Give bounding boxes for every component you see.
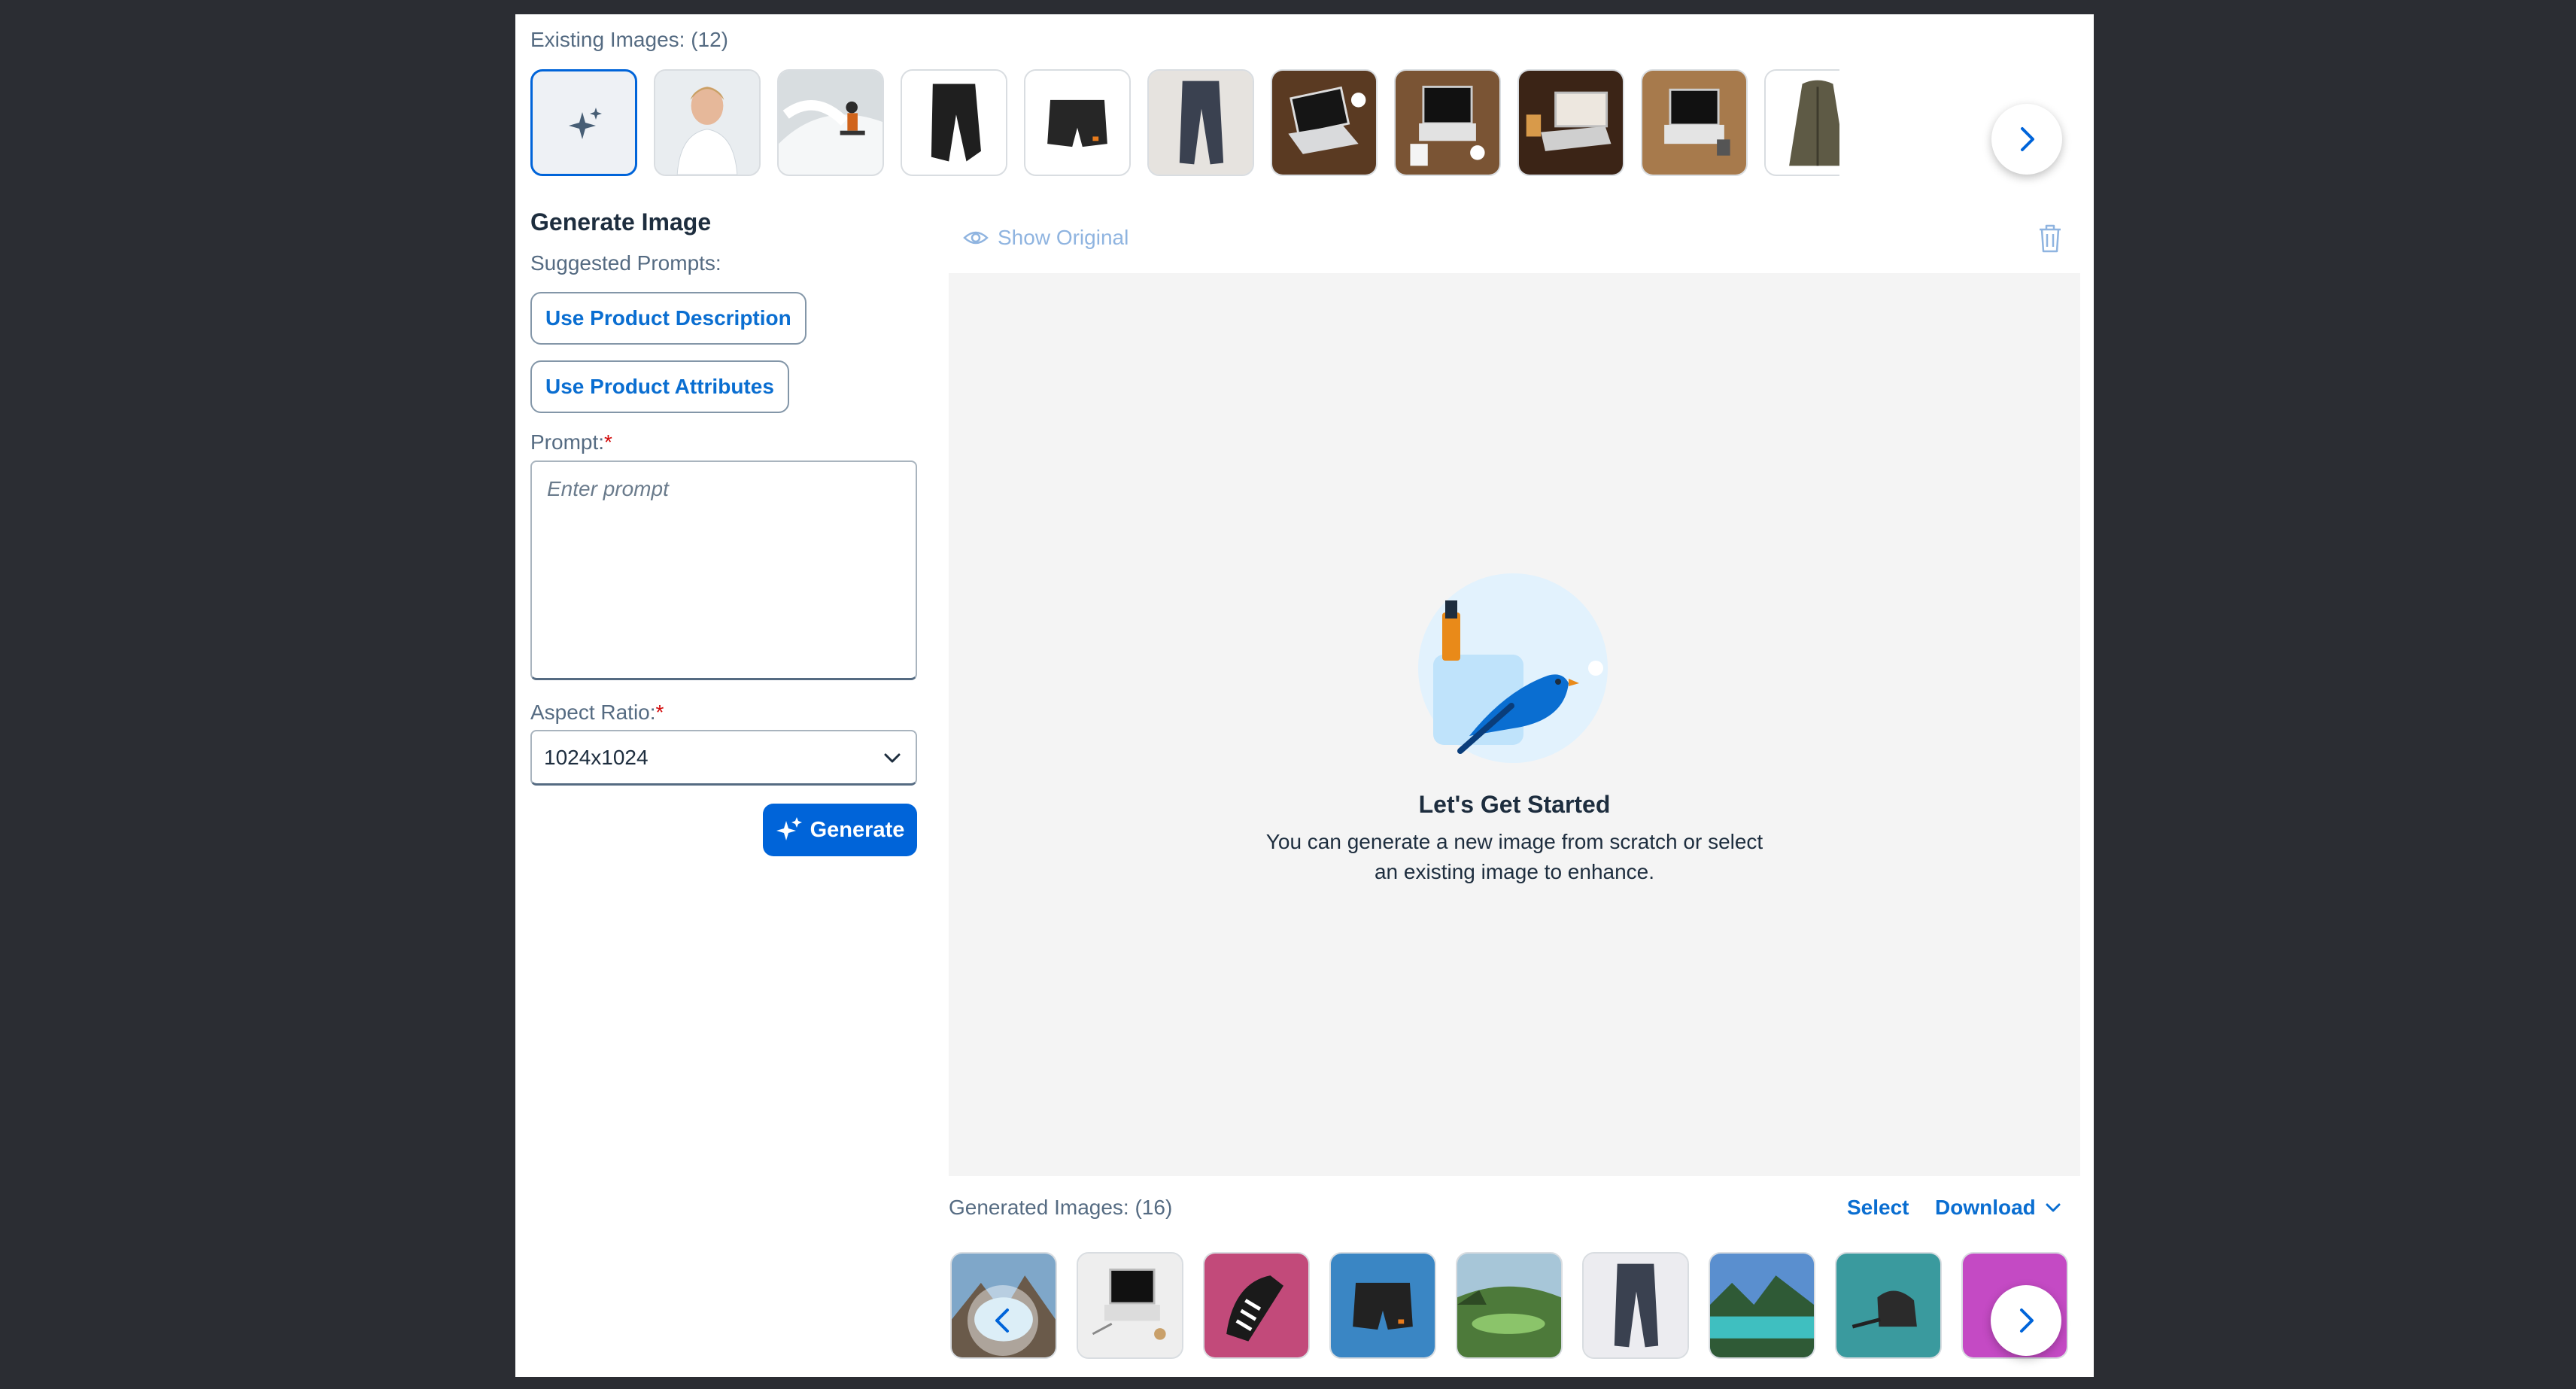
generated-prev-button[interactable]: [968, 1285, 1038, 1356]
existing-next-button[interactable]: [1991, 104, 2062, 175]
generate-button[interactable]: Generate: [763, 804, 917, 856]
prompt-label: Prompt:*: [530, 430, 612, 454]
aspect-ratio-select[interactable]: 1024x1024: [530, 730, 917, 786]
use-product-description-button[interactable]: Use Product Description: [530, 292, 807, 345]
preview-canvas: Let's Get Started You can generate a new…: [949, 273, 2080, 1176]
generated-images-label: Generated Images: (16): [949, 1196, 1173, 1219]
select-button[interactable]: Select: [1847, 1196, 1909, 1220]
required-mark: *: [604, 430, 612, 454]
generated-thumb-teal-object[interactable]: [1835, 1252, 1942, 1359]
download-button[interactable]: Download: [1935, 1196, 2063, 1220]
chevron-right-icon: [2020, 1308, 2034, 1333]
generated-next-button[interactable]: [1991, 1285, 2061, 1356]
sparkle-icon: [776, 817, 802, 840]
prompt-label-text: Prompt:: [530, 430, 605, 454]
generate-new-tile[interactable]: [530, 69, 637, 176]
generated-thumb-sneaker-pink[interactable]: [1203, 1252, 1310, 1359]
existing-thumb-laptop-1[interactable]: [1271, 69, 1378, 176]
existing-images-strip: [530, 69, 1839, 176]
existing-thumb-laptop-2[interactable]: [1394, 69, 1501, 176]
existing-thumb-laptop-4[interactable]: [1641, 69, 1748, 176]
aspect-ratio-label: Aspect Ratio:*: [530, 701, 664, 725]
show-original-button[interactable]: Show Original: [963, 225, 1129, 251]
aspect-ratio-label-text: Aspect Ratio:: [530, 701, 656, 724]
generated-thumb-golf-course[interactable]: [1456, 1252, 1563, 1359]
existing-thumb-black-pants[interactable]: [901, 69, 1007, 176]
empty-state-description: You can generate a new image from scratc…: [1265, 830, 1763, 883]
generated-thumb-lake-forest[interactable]: [1709, 1252, 1815, 1359]
required-mark: *: [655, 701, 664, 724]
image-generation-panel: Existing Images: (12) Generate Image Sug…: [515, 14, 2094, 1377]
sparkle-icon: [569, 108, 602, 139]
generate-image-title: Generate Image: [530, 208, 712, 236]
chevron-down-icon: [884, 753, 901, 762]
existing-thumb-woman[interactable]: [654, 69, 761, 176]
generate-button-label: Generate: [810, 817, 905, 842]
empty-state-title: Let's Get Started: [1418, 791, 1611, 818]
existing-thumb-black-shorts[interactable]: [1024, 69, 1131, 176]
existing-thumb-snowboarder[interactable]: [777, 69, 884, 176]
existing-images-label: Existing Images: (12): [530, 28, 728, 51]
aspect-ratio-value: 1024x1024: [544, 745, 649, 769]
trash-icon[interactable]: [2037, 223, 2064, 254]
prompt-textarea[interactable]: Enter prompt: [530, 460, 917, 680]
chevron-down-icon: [2046, 1203, 2061, 1212]
eye-icon: [963, 231, 989, 245]
generated-images-strip: [950, 1252, 2080, 1359]
download-label: Download: [1935, 1196, 2036, 1219]
generated-thumb-joggers[interactable]: [1582, 1252, 1689, 1359]
existing-thumb-olive-jacket[interactable]: [1764, 69, 1839, 176]
suggested-prompts-label: Suggested Prompts:: [530, 251, 721, 275]
show-original-label: Show Original: [998, 226, 1129, 249]
generated-thumb-shorts-blue[interactable]: [1329, 1252, 1436, 1359]
use-product-attributes-button[interactable]: Use Product Attributes: [530, 360, 789, 413]
chevron-left-icon: [995, 1308, 1009, 1333]
chevron-right-icon: [2021, 127, 2034, 151]
generated-thumb-laptop[interactable]: [1077, 1252, 1183, 1359]
bird-cup-illustration: [1418, 573, 1608, 763]
existing-thumb-grey-joggers[interactable]: [1147, 69, 1254, 176]
existing-thumb-laptop-3[interactable]: [1517, 69, 1624, 176]
